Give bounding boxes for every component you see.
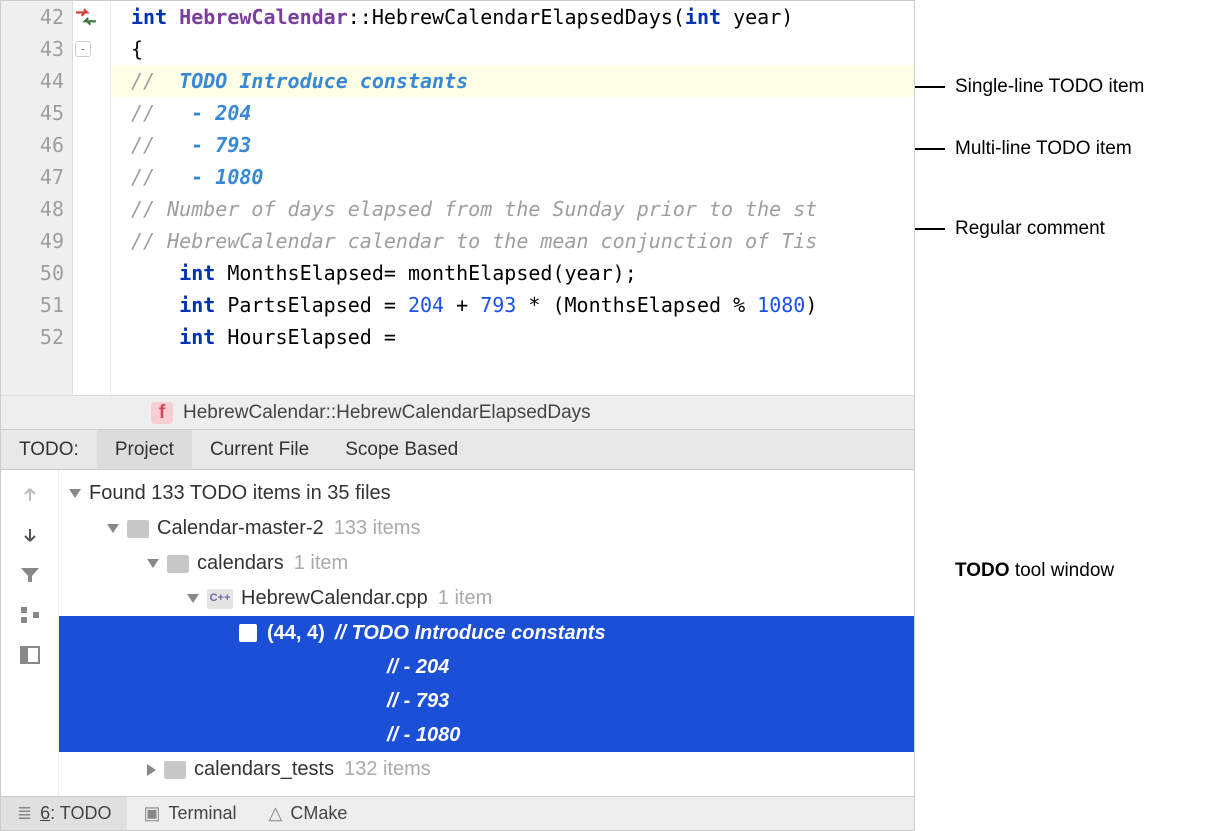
group-icon[interactable] bbox=[17, 602, 43, 628]
tab-current-file[interactable]: Current File bbox=[192, 430, 327, 469]
line-number: 45 bbox=[1, 97, 64, 129]
fold-icon[interactable]: - bbox=[75, 41, 91, 57]
todo-tool-window: TODO: Project Current File Scope Based F… bbox=[1, 430, 914, 796]
callout-single-line: Single-line TODO item bbox=[915, 76, 1144, 98]
tab-scope-based[interactable]: Scope Based bbox=[327, 430, 476, 469]
todo-tree[interactable]: Found 133 TODO items in 35 files Calenda… bbox=[59, 470, 914, 796]
code-lines[interactable]: int HebrewCalendar::HebrewCalendarElapse… bbox=[111, 1, 914, 395]
chevron-down-icon[interactable] bbox=[107, 524, 119, 533]
arrow-down-icon[interactable] bbox=[17, 522, 43, 548]
bottom-tab-todo[interactable]: ≣ 6: TODO bbox=[1, 797, 127, 830]
tree-root[interactable]: Calendar-master-2 133 items bbox=[59, 511, 914, 546]
callout-multi-line: Multi-line TODO item bbox=[915, 138, 1132, 160]
line-number: 51 bbox=[1, 289, 64, 321]
terminal-icon: ▣ bbox=[143, 803, 160, 824]
code-line: // HebrewCalendar calendar to the mean c… bbox=[111, 225, 914, 257]
code-line: // - 204 bbox=[111, 97, 914, 129]
folder-icon bbox=[164, 761, 186, 779]
line-number: 52 bbox=[1, 321, 64, 353]
tree-selected-todo[interactable]: (44, 4) // TODO Introduce constants // -… bbox=[59, 616, 914, 752]
code-line: // - 1080 bbox=[111, 161, 914, 193]
cpp-file-icon: C++ bbox=[207, 589, 233, 609]
filter-icon[interactable] bbox=[17, 562, 43, 588]
bottom-tab-terminal[interactable]: ▣ Terminal bbox=[127, 797, 252, 830]
code-line: // Number of days elapsed from the Sunda… bbox=[111, 193, 914, 225]
code-editor[interactable]: 42 43 44 45 46 47 48 49 50 51 52 bbox=[1, 1, 914, 395]
line-number: 49 bbox=[1, 225, 64, 257]
code-line: { bbox=[111, 33, 914, 65]
todo-title: TODO: bbox=[1, 439, 97, 461]
code-line: // - 793 bbox=[111, 129, 914, 161]
line-number: 43 bbox=[1, 33, 64, 65]
line-number: 46 bbox=[1, 129, 64, 161]
gutter: 42 43 44 45 46 47 48 49 50 51 52 bbox=[1, 1, 73, 395]
code-line: int HoursElapsed = bbox=[111, 321, 914, 353]
tab-project[interactable]: Project bbox=[97, 430, 192, 469]
folder-icon bbox=[127, 520, 149, 538]
code-line: int MonthsElapsed= monthElapsed(year); bbox=[111, 257, 914, 289]
tree-folder-calendars[interactable]: calendars 1 item bbox=[59, 546, 914, 581]
chevron-down-icon[interactable] bbox=[69, 489, 81, 498]
callout-regular-comment: Regular comment bbox=[915, 218, 1105, 240]
chevron-down-icon[interactable] bbox=[147, 559, 159, 568]
line-number: 48 bbox=[1, 193, 64, 225]
todo-header: TODO: Project Current File Scope Based bbox=[1, 430, 914, 470]
bookmark-icon bbox=[239, 624, 257, 642]
chevron-down-icon[interactable] bbox=[187, 594, 199, 603]
tree-summary[interactable]: Found 133 TODO items in 35 files bbox=[59, 476, 914, 511]
tree-file-hebrewcalendar[interactable]: C++ HebrewCalendar.cpp 1 item bbox=[59, 581, 914, 616]
line-number: 44 bbox=[1, 65, 64, 97]
arrow-up-icon[interactable] bbox=[17, 482, 43, 508]
folder-icon bbox=[167, 555, 189, 573]
ide-area: 42 43 44 45 46 47 48 49 50 51 52 bbox=[0, 0, 915, 831]
code-line: int PartsElapsed = 204 + 793 * (MonthsEl… bbox=[111, 289, 914, 321]
code-line: int HebrewCalendar::HebrewCalendarElapse… bbox=[111, 1, 914, 33]
list-icon: ≣ bbox=[17, 803, 32, 824]
line-number: 42 bbox=[1, 1, 64, 33]
annotations: Single-line TODO item Multi-line TODO it… bbox=[915, 0, 1220, 831]
marker-column: - bbox=[73, 1, 111, 395]
cmake-icon: △ bbox=[269, 803, 283, 824]
code-line-todo: // TODO Introduce constants bbox=[111, 65, 914, 97]
chevron-right-icon[interactable] bbox=[147, 764, 156, 776]
breadcrumb[interactable]: f HebrewCalendar::HebrewCalendarElapsedD… bbox=[1, 395, 914, 430]
callout-tool-window: TODO tool window bbox=[955, 560, 1114, 582]
todo-body: Found 133 TODO items in 35 files Calenda… bbox=[1, 470, 914, 796]
tree-folder-tests[interactable]: calendars_tests 132 items bbox=[59, 752, 914, 787]
todo-sidebar bbox=[1, 470, 59, 796]
preview-icon[interactable] bbox=[17, 642, 43, 668]
bottom-tab-cmake[interactable]: △ CMake bbox=[253, 797, 364, 830]
function-icon: f bbox=[151, 402, 173, 424]
line-number: 47 bbox=[1, 161, 64, 193]
navigate-icon[interactable] bbox=[75, 7, 97, 29]
breadcrumb-text: HebrewCalendar::HebrewCalendarElapsedDay… bbox=[183, 395, 591, 430]
line-number: 50 bbox=[1, 257, 64, 289]
bottom-tool-bar: ≣ 6: TODO ▣ Terminal △ CMake bbox=[1, 796, 914, 830]
